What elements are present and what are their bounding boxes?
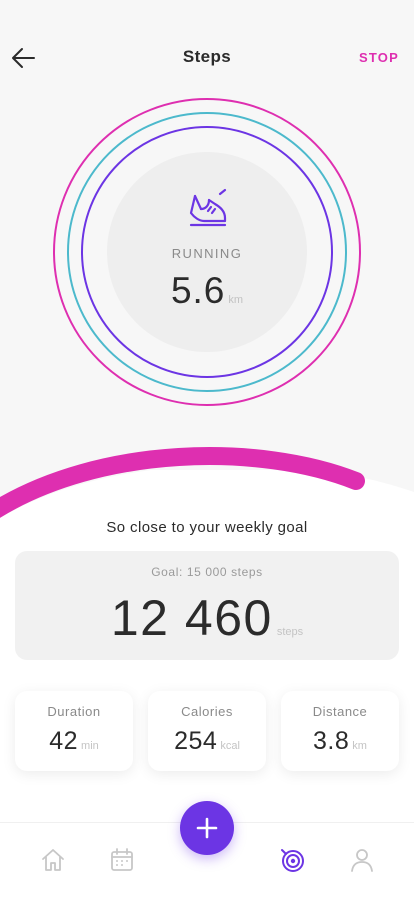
profile-icon [351, 849, 373, 872]
stat-unit: min [81, 740, 99, 752]
calories-card[interactable]: Calories 254 kcal [148, 691, 266, 771]
stat-number: 42 [49, 727, 79, 755]
running-shoe-icon [189, 188, 227, 227]
add-activity-button[interactable] [180, 801, 234, 855]
page-title: Steps [182, 47, 232, 66]
activity-target-icon [281, 849, 304, 872]
distance-card[interactable]: Distance 3.8 km [281, 691, 399, 771]
stat-value: 254 kcal [148, 727, 266, 756]
stat-unit: km [352, 740, 367, 752]
nav-calendar[interactable] [109, 847, 135, 873]
calendar-icon [111, 848, 133, 871]
nav-home[interactable] [40, 847, 66, 873]
steps-unit: steps [276, 626, 304, 638]
goal-label: Goal: 15 000 steps [151, 565, 263, 579]
plus-icon [196, 817, 218, 839]
stat-unit: kcal [220, 740, 240, 752]
stat-value: 42 min [15, 727, 133, 756]
steps-count: 12 460 steps [15, 589, 399, 647]
steps-value: 12 460 [110, 590, 273, 646]
stat-label: Calories [181, 704, 233, 719]
activity-distance-value: 5.6 [170, 270, 226, 311]
stat-label: Duration [47, 704, 101, 719]
duration-card[interactable]: Duration 42 min [15, 691, 133, 771]
activity-distance: 5.6 km [107, 270, 307, 312]
nav-activity[interactable] [280, 847, 306, 873]
home-icon [42, 849, 64, 871]
stat-number: 3.8 [313, 727, 350, 755]
goal-progress-arc [0, 447, 365, 518]
goal-card: Goal: 15 000 steps 12 460 steps [15, 551, 399, 660]
nav-profile[interactable] [349, 847, 375, 873]
stat-value: 3.8 km [281, 727, 399, 756]
stop-button[interactable]: STOP [359, 50, 399, 65]
stat-number: 254 [174, 727, 218, 755]
activity-mode-label: RUNNING [171, 246, 243, 261]
activity-distance-unit: km [228, 294, 244, 306]
goal-message: So close to your weekly goal [106, 519, 308, 536]
stat-label: Distance [312, 704, 368, 719]
